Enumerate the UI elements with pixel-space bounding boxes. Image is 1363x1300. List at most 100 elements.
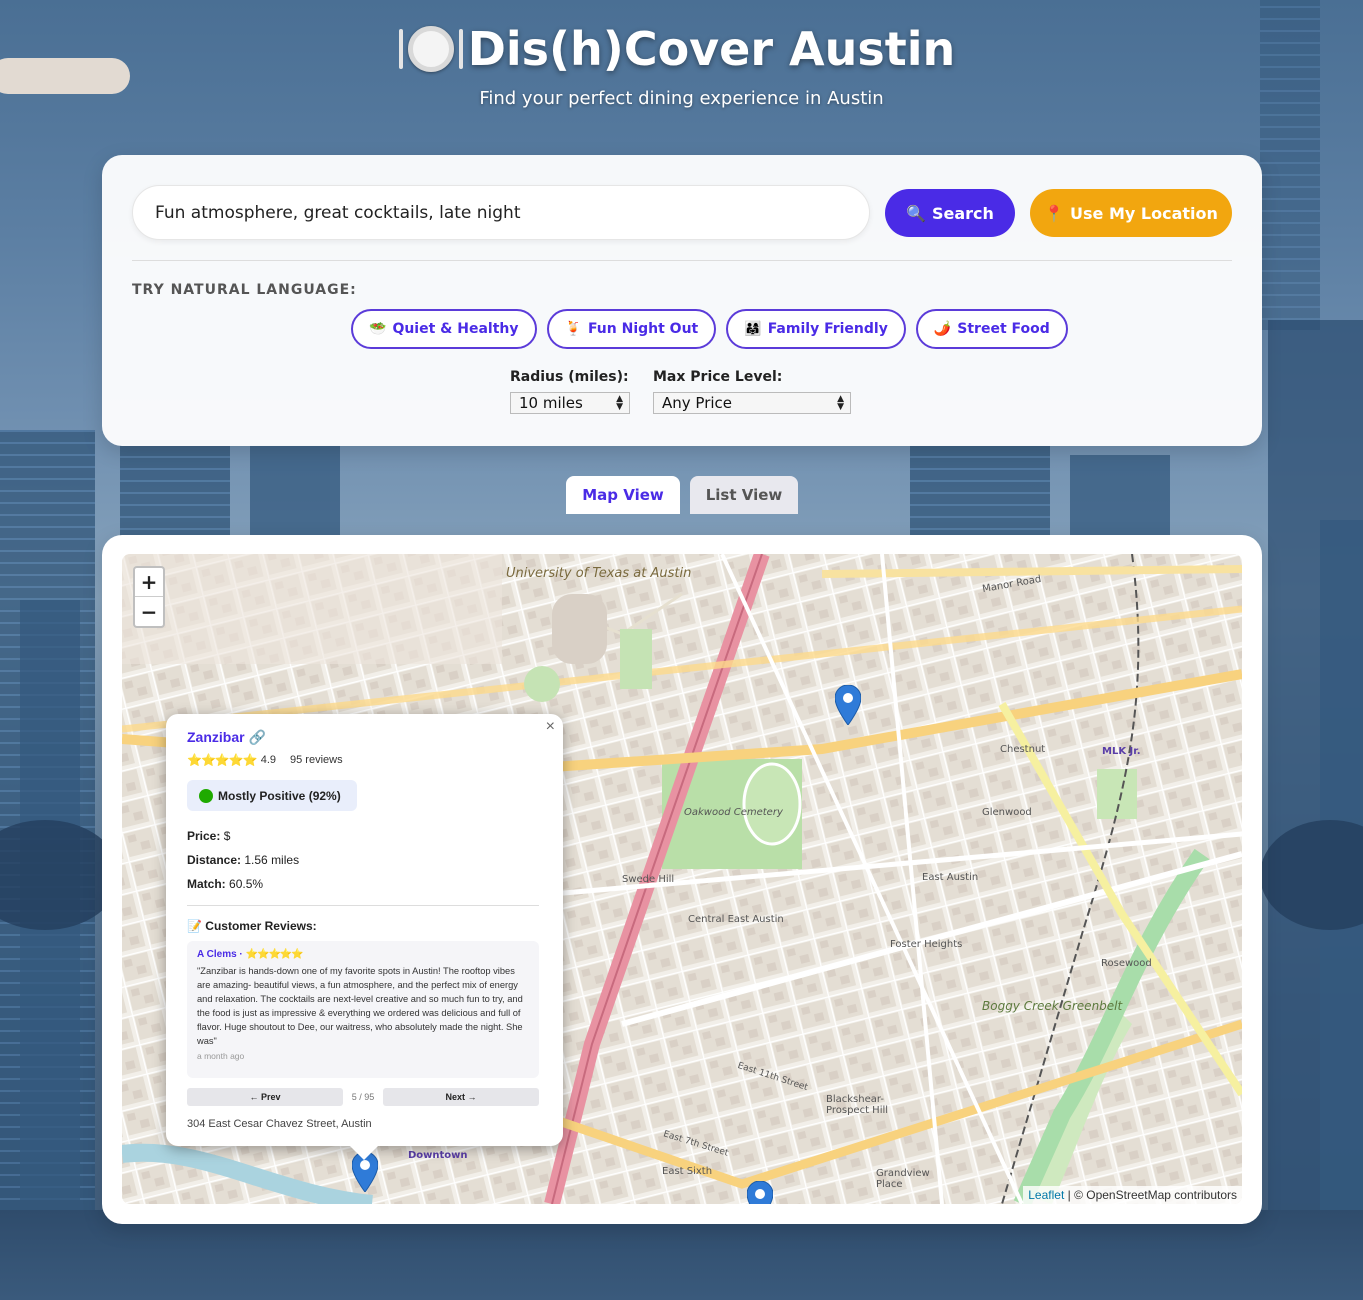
chip-label: Street Food [957, 321, 1050, 337]
app-title-text: Dis(h)Cover Austin [467, 22, 956, 76]
review-card: A Clems · ⭐⭐⭐⭐⭐ "Zanzibar is hands-down … [187, 941, 539, 1078]
chip-quiet-healthy[interactable]: 🥗 Quiet & Healthy [351, 309, 537, 349]
map-label-grandview: Grandview Place [876, 1168, 930, 1190]
price-label: Max Price Level: [653, 369, 783, 385]
cocktail-icon: 🍹 [564, 321, 582, 337]
radius-select[interactable]: 10 miles ▲ ▼ [510, 392, 630, 414]
next-review-button[interactable]: Next → [383, 1088, 539, 1106]
review-count: 95 reviews [290, 754, 343, 766]
map-label-foster: Foster Heights [890, 939, 963, 950]
map-label-glenwood: Glenwood [982, 807, 1032, 818]
restaurant-address: 304 East Cesar Chavez Street, Austin [187, 1118, 372, 1130]
map-label-oakwood: Oakwood Cemetery [684, 807, 783, 818]
restaurant-name[interactable]: Zanzibar 🔗 [187, 729, 266, 746]
review-author: A Clems [197, 949, 237, 960]
tab-map-view[interactable]: Map View [566, 476, 680, 514]
map-label-blackshear: Blackshear-Prospect Hill [826, 1094, 889, 1116]
select-arrows-icon: ▲ ▼ [616, 394, 623, 412]
leaflet-link[interactable]: Leaflet [1028, 1188, 1064, 1202]
review-separator: · [236, 949, 246, 960]
chip-label: Family Friendly [767, 321, 888, 337]
map-attribution: Leaflet | © OpenStreetMap contributors [1023, 1186, 1242, 1204]
pin-icon: 📍 [1044, 203, 1065, 223]
review-text: "Zanzibar is hands-down one of my favori… [197, 966, 523, 1046]
chip-street-food[interactable]: 🌶️ Street Food [915, 309, 1068, 349]
attribution-text: | © OpenStreetMap contributors [1067, 1188, 1237, 1202]
map-marker-icon[interactable] [747, 1181, 773, 1204]
distance-line-value: 1.56 miles [244, 853, 300, 867]
star-rating-icon: ⭐⭐⭐⭐⭐ [187, 753, 258, 767]
map-label-mlk: MLK Jr. [1102, 746, 1141, 757]
chip-label: Fun Night Out [587, 321, 699, 337]
match-line-label: Match: [187, 877, 226, 891]
rating-row: ⭐⭐⭐⭐⭐ 4.9 95 reviews [187, 753, 343, 767]
distance-line-label: Distance: [187, 853, 242, 867]
salad-icon: 🥗 [369, 321, 387, 337]
map-label-swede-hill: Swede Hill [622, 874, 675, 885]
search-panel: Fun atmosphere, great cocktails, late ni… [102, 155, 1262, 446]
radius-filter: Radius (miles): 10 miles ▲ ▼ [510, 369, 630, 414]
plate-icon [398, 26, 463, 72]
map-marker-icon[interactable] [835, 685, 861, 725]
rating-value: 4.9 [260, 754, 277, 766]
map-label-east-sixth: East Sixth [662, 1166, 713, 1177]
price-line-value: $ [223, 829, 231, 843]
review-counter: 5 / 95 [351, 1092, 375, 1102]
family-icon: 👨‍👩‍👧 [744, 321, 762, 337]
sentiment-badge: Mostly Positive (92%) [187, 780, 357, 811]
tab-list-view[interactable]: List View [690, 476, 798, 514]
map-label-boggy: Boggy Creek Greenbelt [982, 999, 1123, 1013]
price-filter: Max Price Level: Any Price ▲ ▼ [653, 369, 851, 414]
reviews-title: 📝 Customer Reviews: [187, 919, 317, 933]
map[interactable]: University of Texas at Austin Oakwood Ce… [122, 554, 1242, 1204]
review-stars-icon: ⭐⭐⭐⭐⭐ [245, 949, 304, 960]
chip-fun-night-out[interactable]: 🍹 Fun Night Out [546, 309, 717, 349]
zoom-in-button[interactable]: + [135, 568, 163, 597]
map-label-central-east: Central East Austin [688, 914, 784, 925]
view-tabs: Map View List View [566, 476, 798, 514]
match-line-value: 60.5% [229, 877, 264, 891]
use-location-button[interactable]: 📍 Use My Location [1030, 189, 1232, 237]
price-line: Price: $ [187, 829, 230, 843]
search-input-value: Fun atmosphere, great cocktails, late ni… [155, 202, 521, 223]
app-title: Dis(h)Cover Austin [398, 22, 956, 76]
select-arrows-icon: ▲ ▼ [837, 394, 844, 412]
radius-value: 10 miles [519, 394, 583, 412]
search-button[interactable]: 🔍 Search [885, 189, 1015, 237]
prev-review-button[interactable]: ← Prev [187, 1088, 343, 1106]
search-button-label: Search [931, 203, 994, 223]
match-line: Match: 60.5% [187, 877, 263, 891]
radius-label: Radius (miles): [510, 369, 629, 385]
sentiment-text: Mostly Positive (92%) [218, 788, 341, 803]
chili-icon: 🌶️ [933, 321, 952, 337]
chip-label: Quiet & Healthy [392, 321, 519, 337]
chip-family-friendly[interactable]: 👨‍👩‍👧 Family Friendly [726, 309, 906, 349]
price-select[interactable]: Any Price ▲ ▼ [653, 392, 851, 414]
link-icon[interactable]: 🔗 [248, 729, 265, 745]
zoom-out-button[interactable]: − [135, 597, 163, 626]
map-label-east-austin: East Austin [922, 872, 979, 883]
app-subtitle: Find your perfect dining experience in A… [479, 88, 884, 109]
price-value: Any Price [662, 394, 733, 412]
distance-line: Distance: 1.56 miles [187, 853, 299, 867]
magnifier-icon: 🔍 [906, 203, 926, 223]
price-line-label: Price: [187, 829, 221, 843]
map-label-ut: University of Texas at Austin [506, 566, 692, 581]
use-location-label: Use My Location [1070, 203, 1218, 223]
divider [132, 260, 1232, 261]
map-label-downtown: Downtown [408, 1150, 468, 1161]
suggestions-label: TRY NATURAL LANGUAGE: [132, 282, 357, 298]
map-label-chestnut: Chestnut [1000, 744, 1046, 755]
review-nav: ← Prev 5 / 95 Next → [187, 1088, 539, 1106]
map-panel: University of Texas at Austin Oakwood Ce… [102, 535, 1262, 1224]
search-input[interactable]: Fun atmosphere, great cocktails, late ni… [132, 185, 870, 240]
review-author-row: A Clems · ⭐⭐⭐⭐⭐ [197, 949, 529, 960]
review-time: a month ago [197, 1051, 245, 1061]
green-dot-icon [199, 788, 213, 803]
restaurant-popup: × Zanzibar 🔗 ⭐⭐⭐⭐⭐ 4.9 95 reviews Mostly… [166, 714, 563, 1160]
restaurant-name-text: Zanzibar [187, 729, 245, 745]
close-icon[interactable]: × [546, 718, 555, 736]
zoom-control: + − [133, 566, 165, 628]
suggestion-chips: 🥗 Quiet & Healthy 🍹 Fun Night Out 👨‍👩‍👧 … [351, 309, 1068, 349]
map-label-rosewood: Rosewood [1101, 958, 1152, 969]
